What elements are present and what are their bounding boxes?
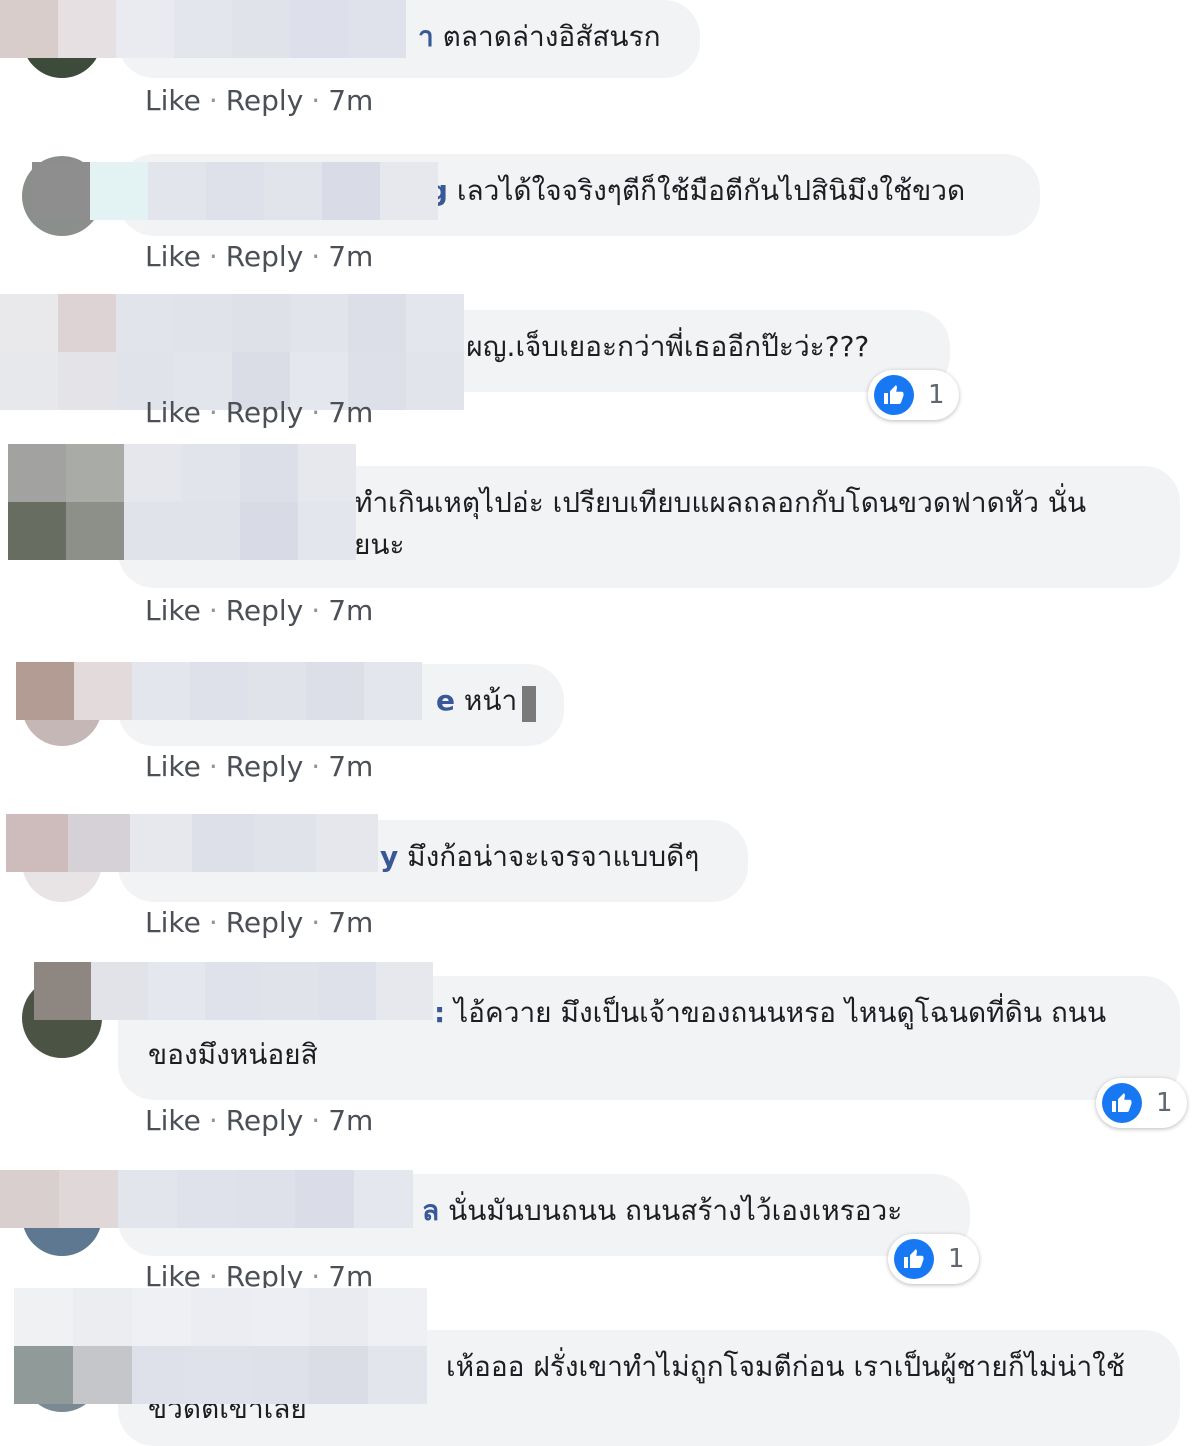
blurred-name (8, 444, 356, 560)
separator: · (311, 594, 321, 627)
separator: · (208, 84, 218, 117)
comment-author[interactable]: ล (422, 1194, 439, 1227)
separator: · (311, 396, 321, 429)
separator: · (311, 240, 321, 273)
separator: · (311, 84, 321, 117)
timestamp[interactable]: 7m (328, 906, 373, 939)
separator: · (208, 396, 218, 429)
thumbs-up-icon (894, 1239, 934, 1279)
timestamp[interactable]: 7m (328, 396, 373, 429)
separator: · (208, 240, 218, 273)
like-button[interactable]: Like (145, 750, 201, 783)
comment-actions: Like · Reply · 7m (145, 594, 373, 627)
blurred-name (14, 1288, 427, 1404)
like-button[interactable]: Like (145, 906, 201, 939)
comment-author[interactable]: y (380, 840, 398, 873)
comment-text: มึงก้อน่าจะเจรจาแบบดีๆ (398, 840, 700, 873)
separator: · (311, 906, 321, 939)
comment-text: นั่นมันบนถนน ถนนสร้างไว้เองเหรอวะ (439, 1194, 903, 1227)
reaction-count-badge[interactable]: 1 (888, 1234, 979, 1284)
reaction-count-badge[interactable]: 1 (1096, 1078, 1187, 1128)
like-button[interactable]: Like (145, 1104, 201, 1137)
timestamp[interactable]: 7m (328, 750, 373, 783)
separator: · (311, 750, 321, 783)
separator: · (208, 594, 218, 627)
blurred-name (16, 662, 422, 720)
comment-text: เลวได้ใจจริงๆตีก็ใช้มือตีกันไปสินิมึงใช้… (447, 174, 966, 207)
comment-actions: Like · Reply · 7m (145, 1104, 373, 1137)
blurred-name (0, 294, 464, 410)
timestamp[interactable]: 7m (328, 240, 373, 273)
reply-button[interactable]: Reply (226, 396, 304, 429)
comment-text: ผญ.เจ็บเยอะกว่าพี่เธออีกป๊ะว่ะ??? (457, 330, 870, 363)
reaction-count: 1 (1156, 1088, 1173, 1118)
like-button[interactable]: Like (145, 396, 201, 429)
comment-author[interactable]: e (436, 684, 455, 717)
timestamp[interactable]: 7m (328, 1104, 373, 1137)
like-button[interactable]: Like (145, 240, 201, 273)
thumbs-up-icon (874, 375, 914, 415)
separator: · (208, 906, 218, 939)
timestamp[interactable]: 7m (328, 84, 373, 117)
reply-button[interactable]: Reply (226, 240, 304, 273)
like-button[interactable]: Like (145, 594, 201, 627)
blurred-name (0, 1170, 413, 1228)
comment-actions: Like · Reply · 7m (145, 906, 373, 939)
blurred-name (6, 814, 378, 872)
reply-button[interactable]: Reply (226, 594, 304, 627)
blurred-name (32, 162, 438, 220)
timestamp[interactable]: 7m (328, 594, 373, 627)
reaction-count: 1 (948, 1244, 965, 1274)
thumbs-up-icon (1102, 1083, 1142, 1123)
comment-author[interactable]: : (434, 996, 445, 1029)
like-button[interactable]: Like (145, 84, 201, 117)
reply-button[interactable]: Reply (226, 1104, 304, 1137)
reply-button[interactable]: Reply (226, 906, 304, 939)
comment-actions: Like · Reply · 7m (145, 750, 373, 783)
separator: · (208, 750, 218, 783)
separator: · (208, 1104, 218, 1137)
comment-text: หน้า (455, 684, 518, 717)
reaction-count: 1 (928, 380, 945, 410)
blurred-text-fragment (522, 686, 536, 722)
separator: · (311, 1104, 321, 1137)
reply-button[interactable]: Reply (226, 84, 304, 117)
blurred-name (34, 962, 433, 1020)
blurred-name (0, 0, 406, 58)
reaction-count-badge[interactable]: 1 (868, 370, 959, 420)
reply-button[interactable]: Reply (226, 750, 304, 783)
comment-actions: Like · Reply · 7m (145, 240, 373, 273)
comment-actions: Like · Reply · 7m (145, 84, 373, 117)
comment-actions: Like · Reply · 7m (145, 396, 373, 429)
comment-author[interactable]: า (418, 20, 434, 53)
comment-text: ตลาดล่างอิสัสนรก (433, 20, 661, 53)
